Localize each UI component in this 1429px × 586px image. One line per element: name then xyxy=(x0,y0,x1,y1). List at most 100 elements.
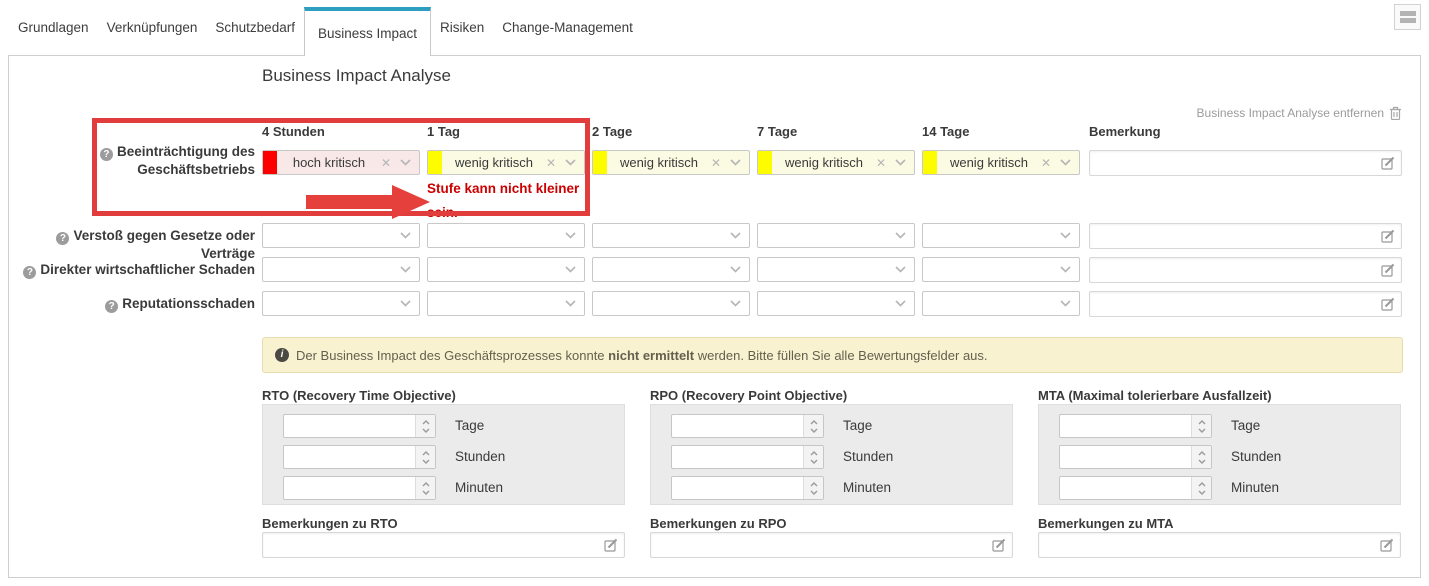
stepper-buttons[interactable] xyxy=(415,446,435,468)
verstoss-dropdown-7-tage[interactable] xyxy=(757,223,915,248)
tab-bar: Grundlagen Verknüpfungen Schutzbedarf Bu… xyxy=(9,0,642,55)
stepper-buttons[interactable] xyxy=(803,477,823,499)
bemerkungen-rpo-input[interactable] xyxy=(651,533,992,557)
rto-stunden-input[interactable] xyxy=(284,446,415,468)
impact-dropdown-1-tag[interactable]: wenig kritisch xyxy=(427,150,585,175)
impact-dropdown-4-stunden[interactable]: hoch kritisch xyxy=(262,150,420,175)
edit-icon[interactable] xyxy=(1381,229,1395,243)
chevron-down-icon[interactable] xyxy=(730,159,741,166)
reputation-dropdown-1-tag[interactable] xyxy=(427,291,585,316)
unit-label: Minuten xyxy=(455,480,503,495)
chevron-down-icon[interactable] xyxy=(400,300,411,307)
rpo-minuten-input[interactable] xyxy=(672,477,803,499)
stepper-buttons[interactable] xyxy=(803,415,823,437)
rto-tage-input[interactable] xyxy=(284,415,415,437)
schaden-dropdown-4-stunden[interactable] xyxy=(262,257,420,282)
edit-icon[interactable] xyxy=(1381,156,1395,170)
stepper-buttons[interactable] xyxy=(1191,477,1211,499)
row-label-text: Beeinträchtigung des Geschäftsbetriebs xyxy=(117,144,255,177)
remove-bia-link[interactable]: Business Impact Analyse entfernen xyxy=(1197,106,1402,120)
bemerkung-input[interactable] xyxy=(1090,258,1381,282)
chevron-down-icon[interactable] xyxy=(730,266,741,273)
stepper-buttons[interactable] xyxy=(1191,415,1211,437)
chevron-down-icon[interactable] xyxy=(1060,266,1071,273)
chevron-down-icon[interactable] xyxy=(895,266,906,273)
clear-icon[interactable] xyxy=(1041,156,1051,170)
edit-icon[interactable] xyxy=(1381,263,1395,277)
clear-icon[interactable] xyxy=(381,156,391,170)
schaden-dropdown-7-tage[interactable] xyxy=(757,257,915,282)
chevron-down-icon[interactable] xyxy=(565,159,576,166)
chevron-down-icon[interactable] xyxy=(895,300,906,307)
chevron-down-icon[interactable] xyxy=(730,300,741,307)
edit-icon[interactable] xyxy=(1381,297,1395,311)
stepper-buttons[interactable] xyxy=(415,477,435,499)
verstoss-dropdown-2-tage[interactable] xyxy=(592,223,750,248)
stepper-buttons[interactable] xyxy=(1191,446,1211,468)
layout-toggle-button[interactable] xyxy=(1394,4,1421,30)
unit-label: Tage xyxy=(843,418,872,433)
bemerkung-input[interactable] xyxy=(1090,151,1381,175)
clear-icon[interactable] xyxy=(876,156,886,170)
reputation-dropdown-2-tage[interactable] xyxy=(592,291,750,316)
chevron-down-icon[interactable] xyxy=(1060,300,1071,307)
help-icon[interactable] xyxy=(56,232,69,245)
tab-schutzbedarf[interactable]: Schutzbedarf xyxy=(206,20,304,35)
column-header: 1 Tag xyxy=(427,124,460,139)
verstoss-dropdown-14-tage[interactable] xyxy=(922,223,1080,248)
column-header: 2 Tage xyxy=(592,124,632,139)
reputation-dropdown-14-tage[interactable] xyxy=(922,291,1080,316)
mta-minuten-input[interactable] xyxy=(1060,477,1191,499)
schaden-dropdown-14-tage[interactable] xyxy=(922,257,1080,282)
bemerkungen-mta-field xyxy=(1038,532,1401,558)
impact-dropdown-7-tage[interactable]: wenig kritisch xyxy=(757,150,915,175)
tab-change-management[interactable]: Change-Management xyxy=(493,20,642,35)
chevron-down-icon[interactable] xyxy=(1060,159,1071,166)
clear-icon[interactable] xyxy=(546,156,556,170)
mta-stunden-input[interactable] xyxy=(1060,446,1191,468)
bemerkungen-rto-input[interactable] xyxy=(263,533,604,557)
chevron-down-icon[interactable] xyxy=(400,159,411,166)
edit-icon[interactable] xyxy=(604,538,618,552)
rto-tage-field xyxy=(283,414,436,438)
edit-icon[interactable] xyxy=(1380,538,1394,552)
bemerkung-input[interactable] xyxy=(1090,292,1381,316)
rpo-minuten-field xyxy=(671,476,824,500)
schaden-dropdown-2-tage[interactable] xyxy=(592,257,750,282)
chevron-down-icon[interactable] xyxy=(400,266,411,273)
help-icon[interactable] xyxy=(23,266,36,279)
stepper-buttons[interactable] xyxy=(803,446,823,468)
rpo-tage-field xyxy=(671,414,824,438)
clear-icon[interactable] xyxy=(711,156,721,170)
chevron-down-icon[interactable] xyxy=(565,232,576,239)
chevron-down-icon[interactable] xyxy=(895,232,906,239)
verstoss-dropdown-1-tag[interactable] xyxy=(427,223,585,248)
verstoss-dropdown-4-stunden[interactable] xyxy=(262,223,420,248)
bemerkungen-rpo-label: Bemerkungen zu RPO xyxy=(650,516,787,531)
rpo-tage-input[interactable] xyxy=(672,415,803,437)
chevron-down-icon[interactable] xyxy=(1060,232,1071,239)
chevron-down-icon[interactable] xyxy=(565,300,576,307)
chevron-down-icon[interactable] xyxy=(730,232,741,239)
stepper-buttons[interactable] xyxy=(415,415,435,437)
tab-verknuepfungen[interactable]: Verknüpfungen xyxy=(98,20,207,35)
edit-icon[interactable] xyxy=(992,538,1006,552)
tab-risiken[interactable]: Risiken xyxy=(431,20,493,35)
bemerkungen-mta-input[interactable] xyxy=(1039,533,1380,557)
chevron-down-icon[interactable] xyxy=(565,266,576,273)
help-icon[interactable] xyxy=(100,148,113,161)
schaden-dropdown-1-tag[interactable] xyxy=(427,257,585,282)
tab-grundlagen[interactable]: Grundlagen xyxy=(9,20,98,35)
chevron-down-icon[interactable] xyxy=(400,232,411,239)
bemerkung-input[interactable] xyxy=(1090,224,1381,248)
rpo-stunden-input[interactable] xyxy=(672,446,803,468)
reputation-dropdown-7-tage[interactable] xyxy=(757,291,915,316)
impact-dropdown-2-tage[interactable]: wenig kritisch xyxy=(592,150,750,175)
impact-dropdown-14-tage[interactable]: wenig kritisch xyxy=(922,150,1080,175)
chevron-down-icon[interactable] xyxy=(895,159,906,166)
reputation-dropdown-4-stunden[interactable] xyxy=(262,291,420,316)
help-icon[interactable] xyxy=(105,300,118,313)
rto-minuten-input[interactable] xyxy=(284,477,415,499)
mta-tage-input[interactable] xyxy=(1060,415,1191,437)
tab-business-impact[interactable]: Business Impact xyxy=(304,7,431,56)
